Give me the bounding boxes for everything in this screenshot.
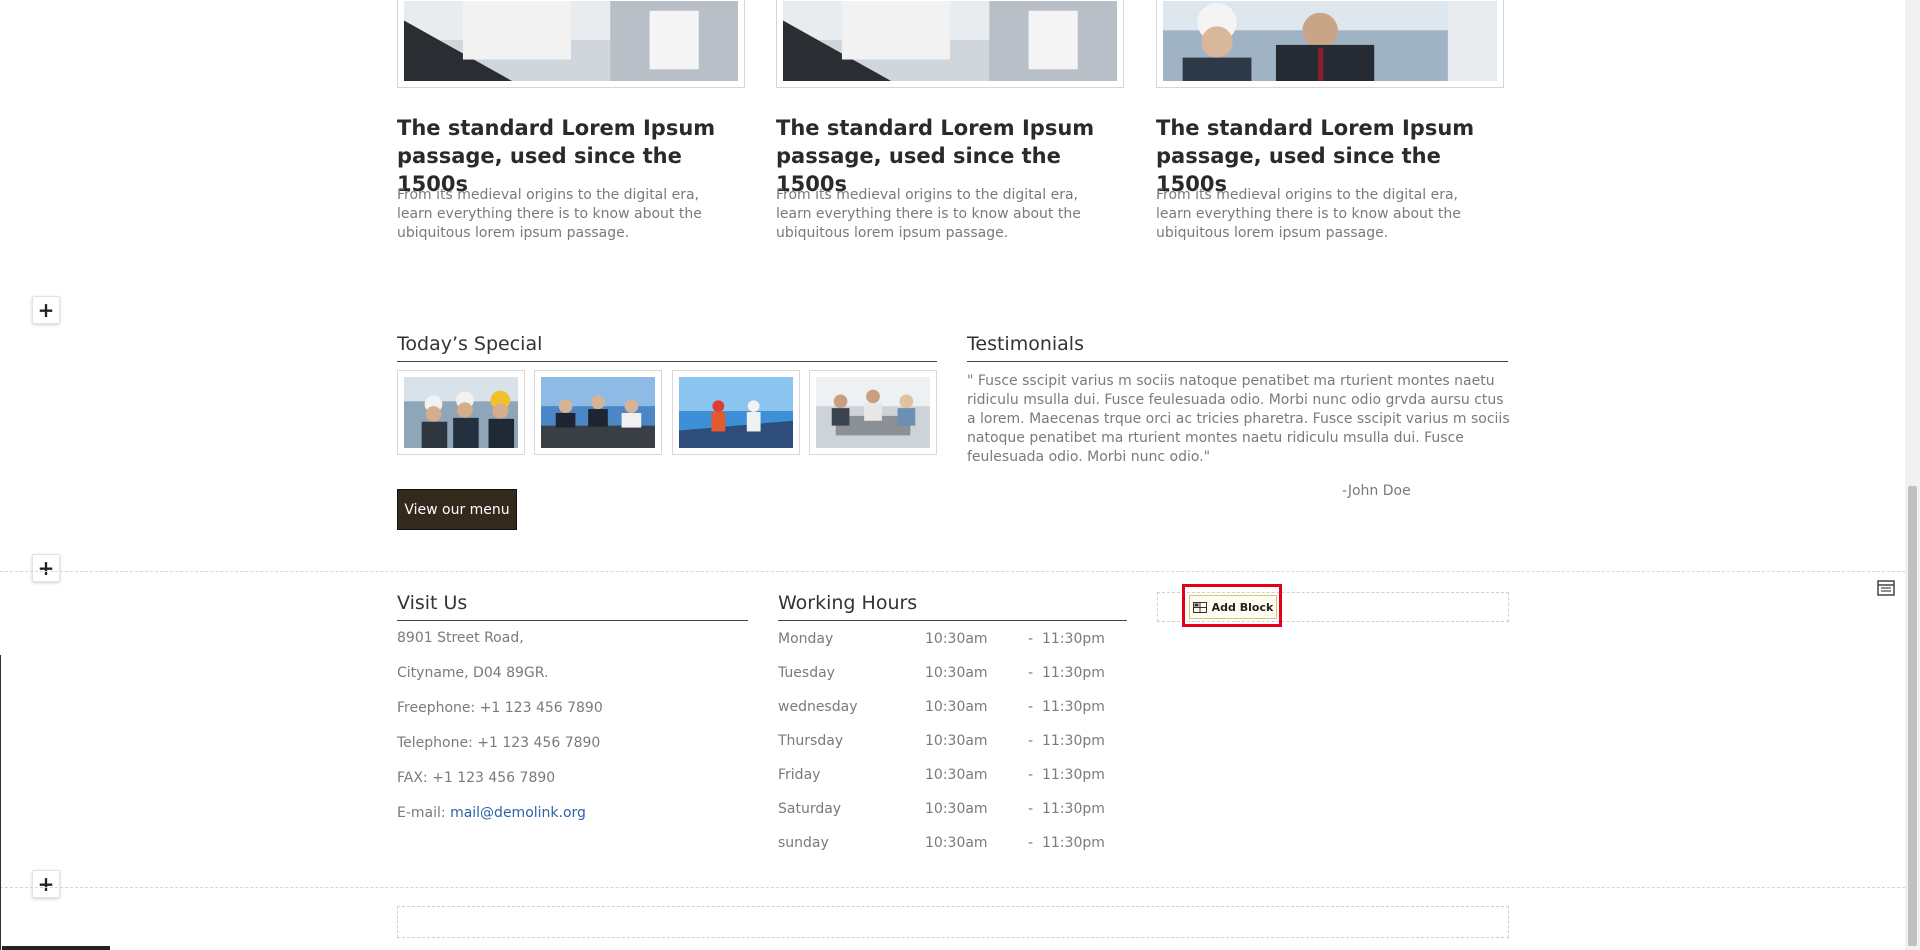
hours-open: 10:30am: [925, 631, 988, 647]
layout-panel-icon[interactable]: [1876, 578, 1896, 598]
hours-separator: -: [1028, 733, 1034, 749]
business-meeting-photo: [404, 1, 738, 81]
hours-row: Tuesday 10:30am - 11:30pm: [778, 665, 1118, 685]
hours-separator: -: [1028, 767, 1034, 783]
email-link[interactable]: mail@demolink.org: [450, 805, 586, 821]
section-divider: [0, 887, 1905, 888]
hours-day: Saturday: [778, 801, 842, 817]
business-meeting-photo: [783, 1, 1117, 81]
working-hours-heading: Working Hours: [778, 592, 1127, 621]
article-card-1: The standard Lorem Ipsum passage, used s…: [397, 0, 749, 260]
hours-open: 10:30am: [925, 733, 988, 749]
hours-day: Tuesday: [778, 665, 835, 681]
testimonial-author: -John Doe: [1342, 483, 1411, 499]
hours-row: wednesday 10:30am - 11:30pm: [778, 699, 1118, 719]
article-card-2: The standard Lorem Ipsum passage, used s…: [776, 0, 1128, 260]
hours-close: 11:30pm: [1042, 767, 1105, 783]
hours-separator: -: [1028, 835, 1034, 851]
left-edge-line: [0, 655, 1, 950]
article-excerpt-2: From its medieval origins to the digital…: [776, 187, 1081, 241]
testimonials-heading: Testimonials: [967, 333, 1508, 362]
article-card-3: The standard Lorem Ipsum passage, used s…: [1156, 0, 1508, 260]
hours-day: wednesday: [778, 699, 858, 715]
bottom-left-bar: [2, 946, 110, 950]
article-excerpt-3: From its medieval origins to the digital…: [1156, 187, 1461, 241]
hours-open: 10:30am: [925, 665, 988, 681]
hours-open: 10:30am: [925, 699, 988, 715]
special-thumb-2[interactable]: [534, 370, 662, 455]
special-thumb-4[interactable]: [809, 370, 937, 455]
hours-open: 10:30am: [925, 835, 988, 851]
hours-open: 10:30am: [925, 767, 988, 783]
hours-open: 10:30am: [925, 801, 988, 817]
hours-row: Thursday 10:30am - 11:30pm: [778, 733, 1118, 753]
freephone: Freephone: +1 123 456 7890: [397, 700, 603, 716]
hours-close: 11:30pm: [1042, 835, 1105, 851]
email-label: E-mail:: [397, 805, 451, 821]
hours-day: Friday: [778, 767, 821, 783]
meeting-thumbnail: [541, 377, 655, 448]
team-meeting-thumbnail: [816, 377, 930, 448]
hours-close: 11:30pm: [1042, 699, 1105, 715]
special-thumb-1[interactable]: [397, 370, 525, 455]
hours-close: 11:30pm: [1042, 631, 1105, 647]
add-section-button-2[interactable]: +: [32, 554, 60, 582]
hours-separator: -: [1028, 699, 1034, 715]
hours-separator: -: [1028, 631, 1034, 647]
engineers-photo: [1163, 1, 1497, 81]
fax: FAX: +1 123 456 7890: [397, 770, 556, 786]
hours-close: 11:30pm: [1042, 801, 1105, 817]
engineers-thumbnail: [404, 377, 518, 448]
article-image-2[interactable]: [776, 0, 1124, 88]
view-menu-button[interactable]: View our menu: [397, 489, 517, 530]
visit-us-heading: Visit Us: [397, 592, 748, 621]
testimonial-quote: " Fusce sscipit varius m sociis natoque …: [967, 373, 1510, 465]
hours-day: Monday: [778, 631, 834, 647]
hours-row: Monday 10:30am - 11:30pm: [778, 631, 1118, 651]
special-thumb-3[interactable]: [672, 370, 800, 455]
article-image-1[interactable]: [397, 0, 745, 88]
email-line: E-mail: mail@demolink.org: [397, 805, 586, 821]
hours-close: 11:30pm: [1042, 665, 1105, 681]
add-section-button-1[interactable]: +: [32, 296, 60, 324]
article-image-3[interactable]: [1156, 0, 1504, 88]
hours-row: sunday 10:30am - 11:30pm: [778, 835, 1118, 855]
hours-separator: -: [1028, 665, 1034, 681]
article-excerpt-1: From its medieval origins to the digital…: [397, 187, 702, 241]
hours-day: sunday: [778, 835, 829, 851]
solar-workers-thumbnail: [679, 377, 793, 448]
hours-close: 11:30pm: [1042, 733, 1105, 749]
panel-icon: [1877, 580, 1895, 596]
todays-special-heading: Today’s Special: [397, 333, 937, 362]
add-section-button-3[interactable]: +: [32, 870, 60, 898]
add-block-highlight-box: [1182, 584, 1282, 627]
telephone: Telephone: +1 123 456 7890: [397, 735, 601, 751]
hours-separator: -: [1028, 801, 1034, 817]
section-divider: [0, 571, 1905, 572]
hours-row: Saturday 10:30am - 11:30pm: [778, 801, 1118, 821]
scrollbar-thumb[interactable]: [1908, 486, 1917, 946]
address-line-1: 8901 Street Road,: [397, 630, 524, 646]
hours-row: Friday 10:30am - 11:30pm: [778, 767, 1118, 787]
empty-section-dropzone[interactable]: [397, 906, 1509, 938]
address-line-2: Cityname, D04 89GR.: [397, 665, 549, 681]
hours-day: Thursday: [778, 733, 844, 749]
